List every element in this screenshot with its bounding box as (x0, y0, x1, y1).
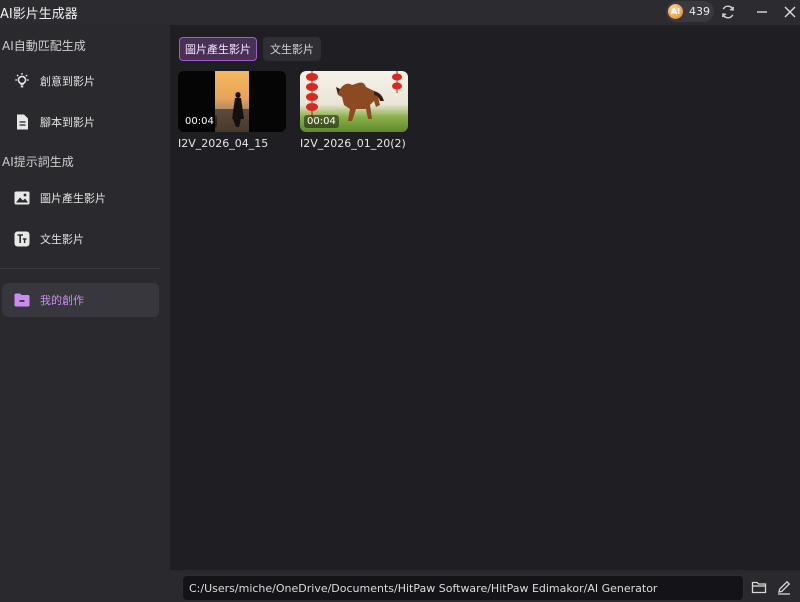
credits-badge[interactable]: AI 439 (666, 1, 714, 22)
output-path-text: C:/Users/miche/OneDrive/Documents/HitPaw… (189, 581, 658, 595)
video-thumbnail[interactable]: 00:04 (178, 71, 286, 132)
sidebar: AI自動匹配生成 創意到影片 腳本到影片 AI提示詞生成 圖片產生影片 文生影片… (0, 25, 170, 602)
sidebar-divider (0, 268, 160, 269)
tab-text-to-video[interactable]: 文生影片 (263, 37, 321, 61)
duration-label: 00:04 (182, 115, 217, 128)
close-icon[interactable] (780, 2, 800, 22)
sidebar-item-label: 文生影片 (40, 233, 84, 246)
tab-image-to-video[interactable]: 圖片產生影片 (179, 37, 257, 61)
sidebar-item-script-to-video[interactable]: 腳本到影片 (2, 105, 159, 139)
open-folder-icon[interactable] (750, 578, 768, 596)
sidebar-item-label: 創意到影片 (40, 75, 95, 88)
bottom-bar: C:/Users/miche/OneDrive/Documents/HitPaw… (170, 570, 800, 602)
sidebar-item-my-creations[interactable]: 我的創作 (2, 283, 159, 317)
coin-icon: AI (668, 4, 683, 19)
document-icon (12, 112, 32, 132)
app-window: AI影片生成器 AI 439 AI自動匹配生成 創意到影片 腳本到影片 AI提示… (0, 0, 800, 602)
title-bar: AI影片生成器 AI 439 (0, 0, 800, 25)
video-thumbnail[interactable]: 00:04 (300, 71, 408, 132)
image-icon (12, 188, 32, 208)
sidebar-item-label: 我的創作 (40, 294, 84, 307)
sidebar-item-label: 圖片產生影片 (40, 192, 106, 205)
sidebar-item-idea-to-video[interactable]: 創意到影片 (2, 64, 159, 98)
sidebar-item-label: 腳本到影片 (40, 116, 95, 129)
video-name: I2V_2026_01_20(2) (300, 137, 406, 150)
minimize-icon[interactable] (752, 2, 772, 22)
edit-icon[interactable] (775, 578, 793, 596)
video-card[interactable]: 00:04 I2V_2026_01_20(2) (300, 71, 408, 150)
video-name: I2V_2026_04_15 (178, 137, 269, 150)
section-title-auto-match: AI自動匹配生成 (2, 39, 86, 53)
sidebar-item-image-to-video[interactable]: 圖片產生影片 (2, 181, 159, 215)
output-path-field[interactable]: C:/Users/miche/OneDrive/Documents/HitPaw… (182, 575, 744, 601)
video-card[interactable]: 00:04 I2V_2026_04_15 (178, 71, 286, 150)
app-title: AI影片生成器 (0, 7, 78, 22)
main-panel: 圖片產生影片 文生影片 00:04 I2V_2026_04_15 00:04 I… (170, 25, 800, 570)
sidebar-item-text-to-video[interactable]: 文生影片 (2, 222, 159, 256)
refresh-icon[interactable] (718, 2, 738, 22)
folder-icon (12, 290, 32, 310)
lightbulb-icon (12, 71, 32, 91)
duration-label: 00:04 (304, 115, 339, 128)
section-title-prompt: AI提示詞生成 (2, 155, 74, 169)
text-icon (12, 229, 32, 249)
credit-count: 439 (689, 5, 710, 18)
